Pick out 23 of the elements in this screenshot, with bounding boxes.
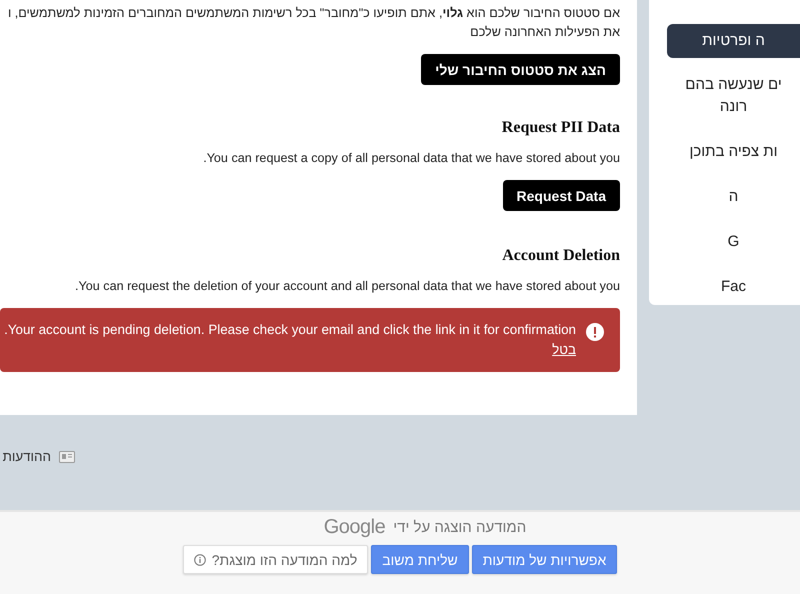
ad-attribution: המודעה הוצגה על ידי — [393, 519, 526, 536]
sidebar-item[interactable]: G — [667, 223, 800, 261]
section-heading: Request PII Data — [502, 119, 620, 137]
brand-name: Google — [324, 516, 386, 539]
info-icon — [194, 554, 206, 566]
status-description-continued: את הפעילות האחרונה שלכם — [470, 24, 620, 41]
sidebar-item[interactable]: ה ופרטיות — [667, 24, 800, 58]
sidebar-item[interactable]: ות צפיה בתוכן — [667, 133, 800, 171]
show-status-button[interactable]: הצג את סטטוס החיבור שלי — [421, 54, 620, 85]
cancel-link[interactable]: בטל — [552, 342, 576, 357]
section-description: You can request the deletion of your account and all personal data that we have stored about you. — [75, 278, 620, 295]
newspaper-icon — [59, 450, 75, 462]
section-heading: Account Deletion — [502, 247, 620, 265]
status-description: אם סטטוס החיבור שלכם הוא גלוי, אתם תופיעו כ"מחובר" בכל רשימות המשתמשים המחוברים הזמינות למשתמשים, ו — [8, 5, 620, 22]
sidebar-item[interactable]: ים שנעשה בהם רונה — [667, 66, 800, 126]
notifications-link[interactable]: ההודעות — [2, 449, 51, 464]
alert-message: Your account is pending deletion. Please check your email and click the link in it for confirmation. — [4, 322, 576, 337]
exclamation-icon — [586, 323, 604, 341]
request-data-button[interactable]: Request Data — [502, 180, 620, 211]
ad-info-button[interactable]: למה המודעה הזו מוצגת? — [182, 545, 368, 574]
sidebar-item[interactable]: Fac — [667, 268, 800, 306]
section-description: You can request a copy of all personal data that we have stored about you. — [203, 150, 620, 167]
sidebar-item[interactable]: ה — [667, 178, 800, 216]
